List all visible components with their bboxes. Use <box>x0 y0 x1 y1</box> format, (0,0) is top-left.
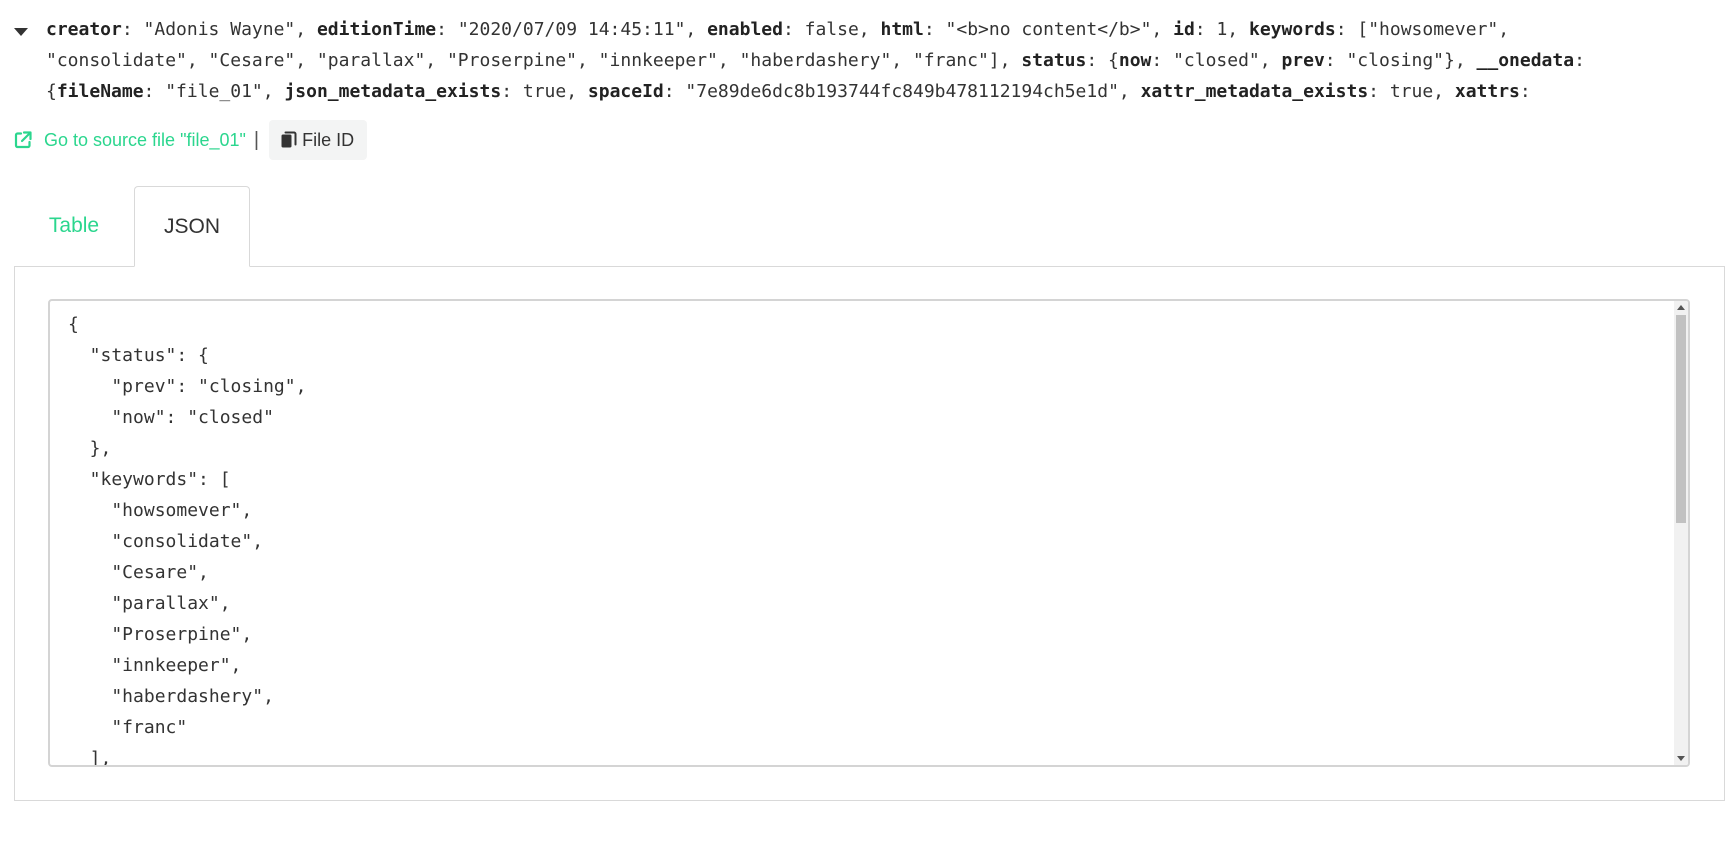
scroll-down-arrow-icon[interactable] <box>1677 756 1685 761</box>
metadata-key: prev <box>1281 50 1325 71</box>
code-line: "howsomever", <box>68 500 253 521</box>
tab-table[interactable]: Table <box>14 186 134 266</box>
metadata-value: : true, <box>501 81 588 102</box>
scroll-up-arrow-icon[interactable] <box>1677 305 1685 310</box>
summary-line: creator: "Adonis Wayne", editionTime: "2… <box>46 14 1716 45</box>
scroll-thumb[interactable] <box>1676 315 1686 523</box>
copy-file-id-label: File ID <box>302 129 355 150</box>
code-line: }, <box>68 438 112 459</box>
editor-scrollbar[interactable] <box>1674 301 1688 765</box>
metadata-value: : ["howsomever", <box>1335 19 1510 40</box>
json-editor[interactable]: { "status": { "prev": "closing", "now": … <box>48 299 1690 767</box>
code-line: "now": "closed" <box>68 407 274 428</box>
metadata-value: : "<b>no content</b>", <box>923 19 1174 40</box>
metadata-value: { <box>46 81 57 102</box>
metadata-key: id <box>1173 19 1195 40</box>
metadata-key: xattrs <box>1454 81 1520 102</box>
code-line: ], <box>68 748 112 767</box>
metadata-key: html <box>880 19 924 40</box>
json-tab-panel: { "status": { "prev": "closing", "now": … <box>14 266 1725 801</box>
code-line: "franc" <box>68 717 188 738</box>
separator: | <box>253 128 260 151</box>
metadata-value: : "closing"}, <box>1324 50 1477 71</box>
caret-down-icon[interactable] <box>14 28 28 36</box>
metadata-value: : false, <box>782 19 881 40</box>
code-line: "consolidate", <box>68 531 264 552</box>
metadata-value: : "file_01", <box>143 81 285 102</box>
copy-file-id-button[interactable]: File ID <box>269 120 368 160</box>
metadata-value: : "2020/07/09 14:45:11", <box>436 19 708 40</box>
metadata-summary-text: creator: "Adonis Wayne", editionTime: "2… <box>46 14 1716 107</box>
copy-icon <box>281 131 297 148</box>
code-line: { <box>68 314 79 335</box>
json-code: { "status": { "prev": "closing", "now": … <box>68 309 307 767</box>
file-actions: Go to source file "file_01" | File ID <box>14 120 368 160</box>
metadata-key: enabled <box>707 19 783 40</box>
go-to-source-link[interactable]: Go to source file "file_01" <box>14 130 246 151</box>
metadata-key: json_metadata_exists <box>284 81 502 102</box>
metadata-value: : true, <box>1368 81 1455 102</box>
metadata-value: : <box>1519 81 1531 102</box>
code-line: "Cesare", <box>68 562 209 583</box>
metadata-key: xattr_metadata_exists <box>1140 81 1369 102</box>
metadata-value: : 1, <box>1194 19 1249 40</box>
summary-line: "consolidate", "Cesare", "parallax", "Pr… <box>46 45 1716 76</box>
code-line: "parallax", <box>68 593 231 614</box>
metadata-value: : "closed", <box>1151 50 1282 71</box>
code-line: "prev": "closing", <box>68 376 307 397</box>
metadata-value: : "Adonis Wayne", <box>121 19 317 40</box>
metadata-key: now <box>1118 50 1152 71</box>
metadata-value: : "7e89de6dc8b193744fc849b478112194ch5e1… <box>663 81 1141 102</box>
metadata-key: fileName <box>56 81 144 102</box>
summary-line: {fileName: "file_01", json_metadata_exis… <box>46 76 1716 107</box>
view-tabs: Table JSON <box>14 186 1725 267</box>
metadata-key: spaceId <box>587 81 664 102</box>
tab-json[interactable]: JSON <box>134 186 250 267</box>
metadata-key: keywords <box>1248 19 1336 40</box>
metadata-key: creator <box>46 19 122 40</box>
code-line: "Proserpine", <box>68 624 253 645</box>
go-to-source-label: Go to source file "file_01" <box>44 129 246 150</box>
metadata-value: : { <box>1086 50 1119 71</box>
code-line: "status": { <box>68 345 209 366</box>
code-line: "keywords": [ <box>68 469 231 490</box>
external-link-icon <box>14 131 32 149</box>
metadata-value: : <box>1574 50 1585 71</box>
code-line: "innkeeper", <box>68 655 242 676</box>
metadata-key: __onedata <box>1476 50 1575 71</box>
code-line: "haberdashery", <box>68 686 274 707</box>
metadata-value: "consolidate", "Cesare", "parallax", "Pr… <box>46 50 1022 71</box>
metadata-key: editionTime <box>316 19 437 40</box>
metadata-key: status <box>1021 50 1087 71</box>
